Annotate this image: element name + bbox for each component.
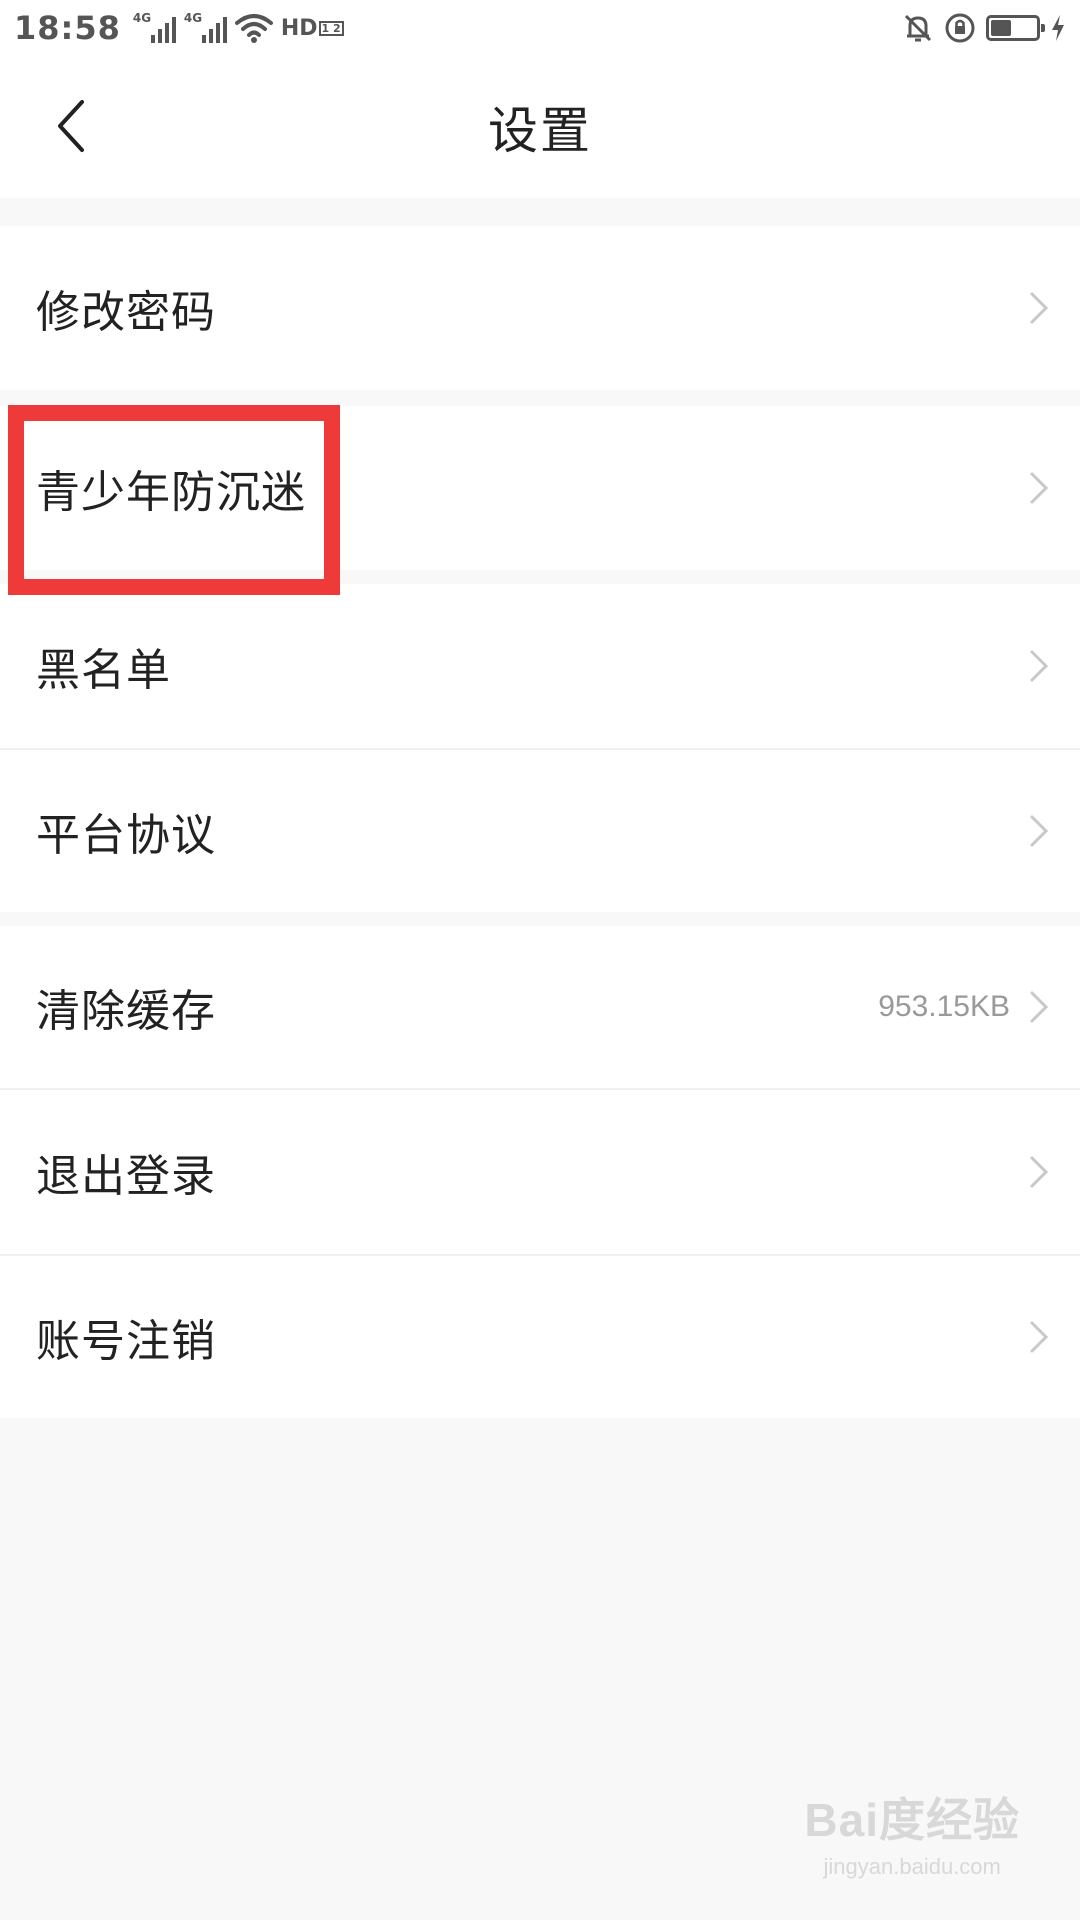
settings-item-label: 退出登录 [36, 1151, 216, 1202]
watermark-logo: Bai度经验 [804, 1794, 1020, 1846]
status-time: 18:58 [14, 9, 121, 47]
settings-item-platform-agreement[interactable]: 平台协议 [0, 750, 1080, 912]
settings-item-blacklist[interactable]: 黑名单 [0, 584, 1080, 748]
cache-size-value: 953.15KB [878, 990, 1010, 1023]
settings-page: 18:58 4G 4G HD 1 2 设置 修改密码 青少年防沉迷 黑名单 平台… [0, 0, 1080, 1920]
chevron-right-icon [1030, 650, 1049, 682]
signal-type-label: 4G [132, 11, 152, 25]
hd-label: HD [280, 15, 318, 41]
settings-item-clear-cache[interactable]: 清除缓存 953.15KB [0, 926, 1080, 1088]
highlight-annotation-box [8, 405, 340, 595]
chevron-right-icon [1030, 1321, 1049, 1353]
wifi-icon [234, 14, 273, 43]
settings-item-label: 清除缓存 [36, 986, 216, 1037]
chevron-right-icon [1030, 1156, 1049, 1188]
watermark-url: jingyan.baidu.com [823, 1854, 1001, 1879]
charging-icon [1052, 15, 1064, 41]
battery-icon [986, 15, 1045, 41]
chevron-right-icon [1030, 815, 1049, 847]
battery-level [991, 20, 1011, 36]
settings-item-delete-account[interactable]: 账号注销 [0, 1256, 1080, 1418]
header: 设置 [0, 56, 1080, 198]
hd-sub-label: 1 2 [318, 20, 344, 36]
rotation-lock-icon [945, 13, 975, 43]
settings-item-logout[interactable]: 退出登录 [0, 1090, 1080, 1254]
settings-item-label: 修改密码 [36, 287, 216, 338]
signal-icon: 4G [183, 11, 227, 43]
chevron-right-icon [1030, 292, 1049, 324]
back-button[interactable] [30, 86, 110, 166]
page-title: 设置 [488, 102, 592, 160]
settings-item-change-password[interactable]: 修改密码 [0, 226, 1080, 390]
signal-type-label: 4G [183, 11, 203, 25]
settings-item-label: 账号注销 [36, 1316, 216, 1367]
status-bar: 18:58 4G 4G HD 1 2 [0, 0, 1080, 56]
chevron-left-icon [58, 100, 84, 152]
status-right-icons [902, 12, 1066, 44]
hd-voice-icon: HD 1 2 [281, 16, 344, 41]
settings-item-label: 平台协议 [36, 810, 216, 861]
status-left-icons: 4G 4G HD 1 2 [132, 11, 344, 43]
signal-icon: 4G [132, 11, 176, 43]
watermark: Bai度经验 jingyan.baidu.com [804, 1784, 1020, 1880]
chevron-right-icon [1030, 991, 1049, 1023]
chevron-right-icon [1030, 472, 1049, 504]
settings-item-label: 黑名单 [36, 645, 171, 696]
bell-muted-icon [904, 14, 932, 42]
